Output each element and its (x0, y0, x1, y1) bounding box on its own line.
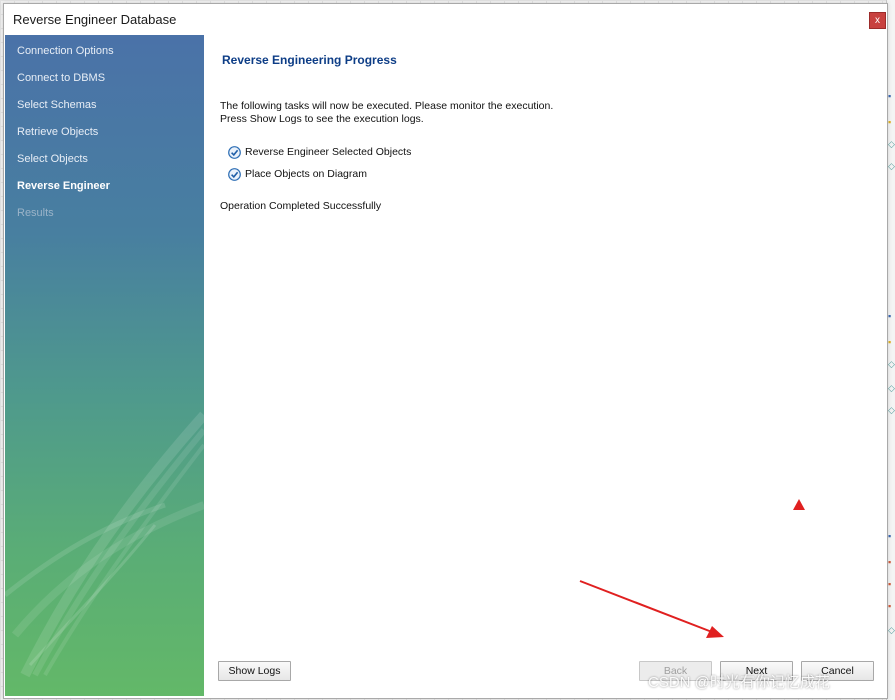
description-line-1: The following tasks will now be executed… (220, 100, 554, 112)
reverse-engineer-dialog: Reverse Engineer Database x Connection O… (3, 3, 888, 699)
close-button[interactable]: x (869, 12, 886, 29)
wizard-steps-sidebar: Connection Options Connect to DBMS Selec… (5, 35, 204, 696)
bg-key-icon: ▪ (888, 117, 892, 127)
step-select-schemas: Select Schemas (17, 99, 97, 111)
bg-fk-icon: ▪ (888, 557, 892, 567)
step-reverse-engineer: Reverse Engineer (17, 180, 110, 192)
bg-table-icon: ▪ (888, 531, 892, 541)
bg-table-icon: ▪ (888, 311, 892, 321)
step-connection-options: Connection Options (17, 45, 114, 57)
task-label: Place Objects on Diagram (245, 168, 367, 180)
page-title: Reverse Engineering Progress (222, 53, 397, 67)
bg-column-icon: ◇ (888, 625, 895, 635)
wizard-content-panel: Reverse Engineering Progress The followi… (204, 35, 886, 696)
bg-table-icon: ▪ (888, 91, 892, 101)
show-logs-button[interactable]: Show Logs (218, 661, 291, 681)
description-line-2: Press Show Logs to see the execution log… (220, 113, 424, 125)
csdn-watermark: CSDN @时光有你记忆成花 (648, 674, 830, 691)
bg-column-icon: ◇ (888, 405, 895, 415)
bg-column-icon: ◇ (888, 359, 895, 369)
bg-fk-icon: ▪ (888, 579, 892, 589)
bg-column-icon: ◇ (888, 161, 895, 171)
status-message: Operation Completed Successfully (220, 200, 382, 212)
bg-key-icon: ▪ (888, 337, 892, 347)
step-select-objects: Select Objects (17, 153, 88, 165)
check-circle-icon (228, 168, 241, 181)
dialog-titlebar[interactable]: Reverse Engineer Database x (4, 4, 887, 34)
step-results: Results (17, 207, 54, 219)
bg-fk-icon: ▪ (888, 601, 892, 611)
step-connect-to-dbms: Connect to DBMS (17, 72, 106, 84)
bg-column-icon: ◇ (888, 139, 895, 149)
step-retrieve-objects: Retrieve Objects (17, 126, 99, 138)
bg-column-icon: ◇ (888, 383, 895, 393)
task-label: Reverse Engineer Selected Objects (245, 146, 412, 158)
dialog-title: Reverse Engineer Database (13, 12, 177, 27)
check-circle-icon (228, 146, 241, 159)
